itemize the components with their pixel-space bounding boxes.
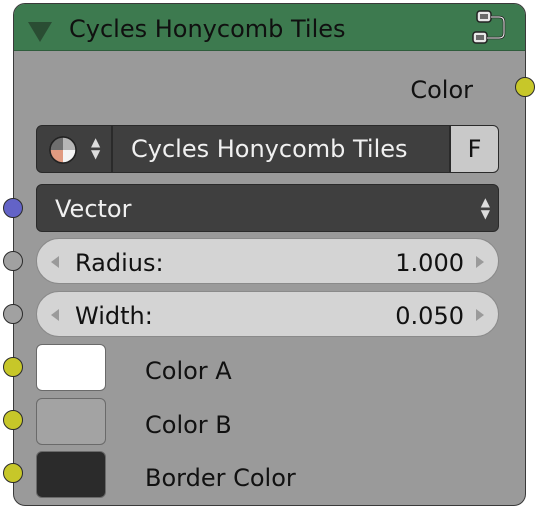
width-label: Width: (75, 302, 153, 330)
collapse-triangle-icon[interactable] (28, 22, 52, 42)
radius-input-socket[interactable] (3, 251, 23, 271)
left-arrow-icon[interactable] (51, 256, 59, 268)
radius-label: Radius: (75, 249, 164, 277)
width-value: 0.050 (395, 302, 464, 330)
fake-user-button[interactable]: F (450, 125, 499, 173)
texture-name-field[interactable]: Cycles Honycomb Tiles (112, 125, 450, 173)
right-arrow-icon[interactable] (476, 309, 484, 321)
color-b-label: Color B (145, 411, 232, 439)
vector-label: Vector (55, 195, 132, 223)
output-color-socket[interactable] (515, 77, 535, 97)
border-color-input-socket[interactable] (3, 463, 23, 483)
width-field[interactable]: Width: 0.050 (36, 291, 499, 337)
up-down-arrows-icon: ▲ ▼ (91, 135, 101, 161)
right-arrow-icon[interactable] (476, 256, 484, 268)
color-b-input-socket[interactable] (3, 410, 23, 430)
border-color-label: Border Color (145, 464, 296, 492)
border-color-swatch[interactable] (36, 451, 106, 498)
output-color-label: Color (410, 76, 473, 104)
texture-selector: ▲ ▼ Cycles Honycomb Tiles F (36, 125, 499, 173)
texture-node[interactable]: Cycles Honycomb Tiles Color ▲ ▼ Cycles Ho… (13, 3, 526, 506)
node-title: Cycles Honycomb Tiles (69, 15, 346, 43)
color-a-label: Color A (145, 357, 232, 385)
texture-browse-button[interactable]: ▲ ▼ (36, 125, 112, 173)
node-header[interactable]: Cycles Honycomb Tiles (14, 4, 525, 51)
texture-preview-icon (49, 136, 77, 164)
left-arrow-icon[interactable] (51, 309, 59, 321)
node-group-icon[interactable] (471, 9, 507, 47)
color-a-input-socket[interactable] (3, 357, 23, 377)
radius-field[interactable]: Radius: 1.000 (36, 238, 499, 284)
vector-dropdown[interactable]: Vector ▲ ▼ (36, 184, 499, 232)
vector-input-socket[interactable] (3, 198, 23, 218)
color-a-swatch[interactable] (36, 344, 106, 391)
radius-value: 1.000 (395, 249, 464, 277)
color-b-swatch[interactable] (36, 398, 106, 445)
width-input-socket[interactable] (3, 304, 23, 324)
up-down-arrows-icon: ▲ ▼ (480, 195, 490, 221)
